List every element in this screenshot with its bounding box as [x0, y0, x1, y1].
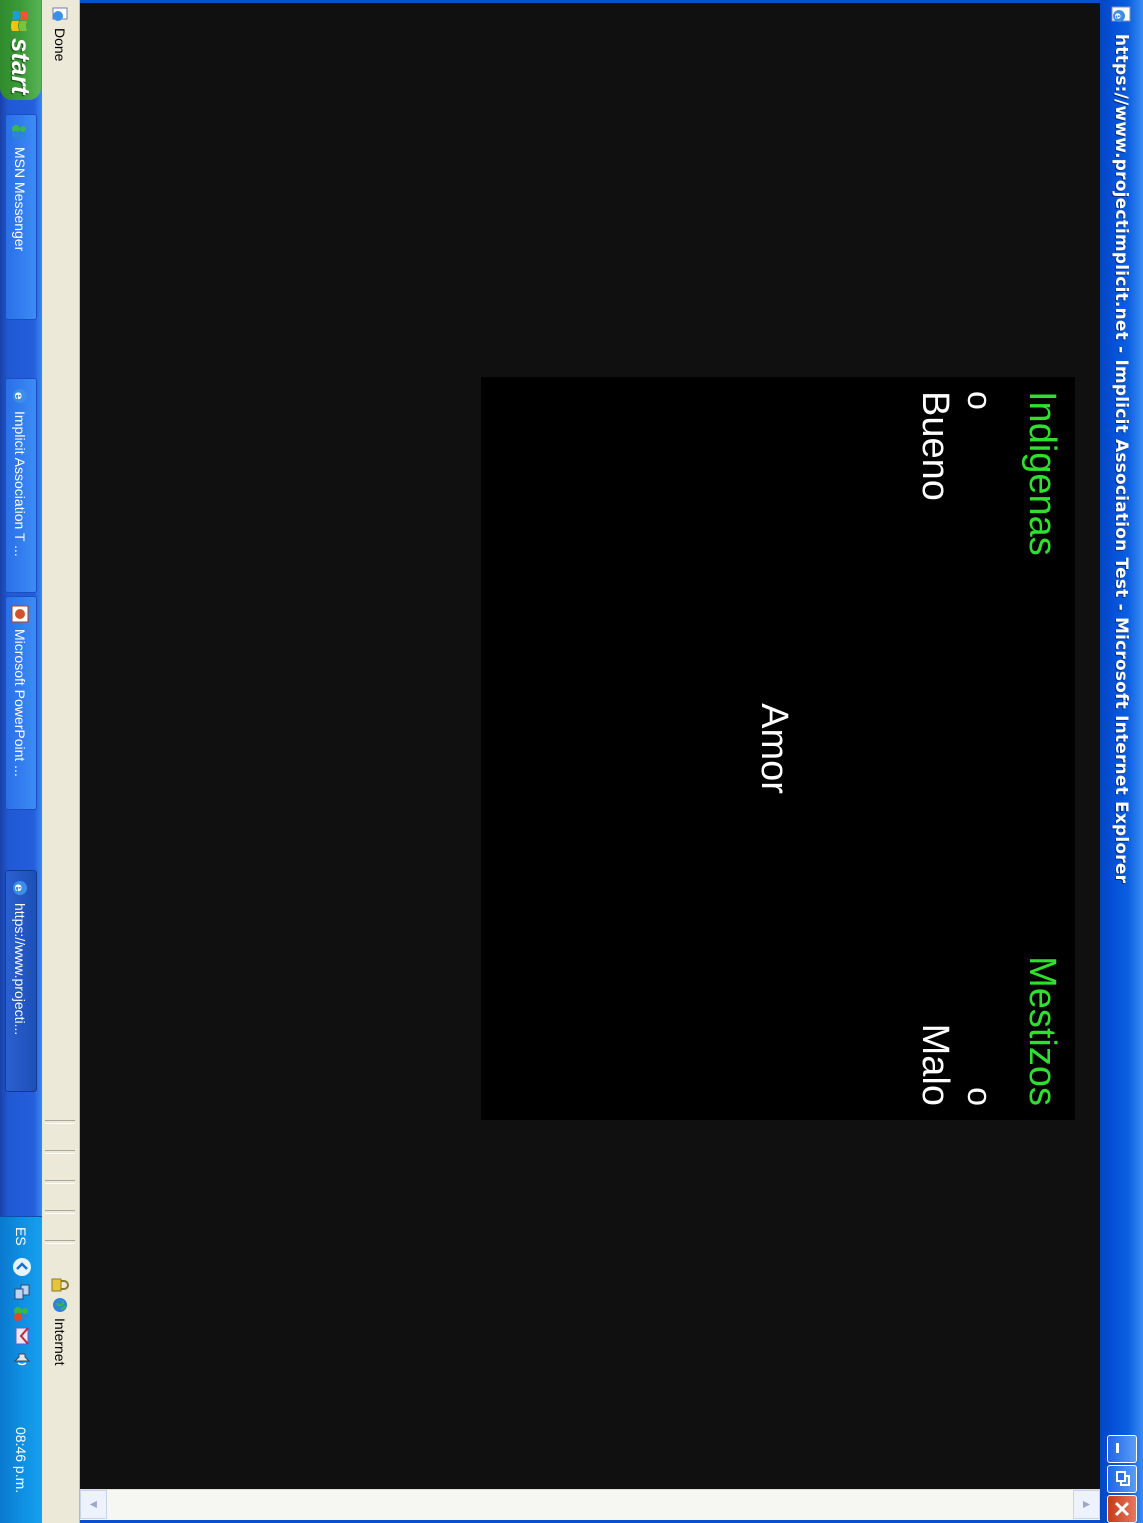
msn-tray-icon[interactable] [13, 1305, 31, 1323]
title-bar[interactable]: e https://www.projectimplicit.net - Impl… [1100, 0, 1143, 1523]
language-indicator[interactable]: ES [13, 1227, 29, 1246]
msn-icon [12, 125, 26, 139]
minimize-icon [1116, 1443, 1119, 1453]
clock[interactable]: 08:46 p.m. [13, 1427, 29, 1493]
start-label: start [6, 38, 36, 95]
scroll-down-arrow-icon[interactable]: ▼ [80, 1490, 107, 1519]
svg-text:e: e [1112, 13, 1123, 19]
scroll-up-arrow-icon[interactable]: ▲ [1073, 1490, 1100, 1519]
restore-icon [1116, 1471, 1130, 1486]
vertical-scrollbar[interactable]: ▲ ▼ [80, 1489, 1100, 1520]
status-text: Done [52, 28, 68, 62]
status-divider [45, 1120, 75, 1124]
taskbar-item-ie-active[interactable]: e https://www.projecti... [5, 870, 37, 1092]
left-category-label: Indigenas [1021, 391, 1063, 556]
minimize-button[interactable] [1107, 1435, 1137, 1463]
window-title: https://www.projectimplicit.net - Implic… [1111, 34, 1131, 884]
close-icon [1114, 1501, 1130, 1517]
task-label: Microsoft PowerPoint ... [12, 629, 28, 777]
page-done-icon [52, 7, 68, 21]
status-divider [45, 1150, 75, 1154]
close-button[interactable] [1107, 1495, 1137, 1523]
windows-flag-icon [11, 11, 28, 31]
right-category-label: Mestizos [1021, 956, 1063, 1106]
status-divider [45, 1210, 75, 1214]
svg-text:e: e [12, 392, 26, 400]
network-icon[interactable] [13, 1283, 31, 1301]
ie-page-icon: e [1111, 6, 1131, 22]
task-label: https://www.projecti... [12, 903, 28, 1036]
start-button[interactable]: start [0, 0, 41, 100]
stimulus-word: Amor [753, 703, 795, 794]
system-tray: ES 08:46 p.m. [0, 1216, 42, 1523]
status-divider [45, 1180, 75, 1184]
chevron-left-icon[interactable] [12, 1257, 32, 1277]
ie-icon: e [12, 881, 27, 895]
powerpoint-icon [11, 605, 29, 623]
speaker-icon[interactable] [13, 1351, 31, 1369]
svg-text:e: e [12, 884, 26, 892]
restore-button[interactable] [1107, 1465, 1137, 1493]
status-divider [45, 1240, 75, 1244]
left-attribute-label: Bueno [914, 391, 956, 501]
task-label: MSN Messenger [12, 147, 28, 252]
ie-icon: e [12, 389, 27, 403]
lock-icon[interactable] [51, 1278, 69, 1292]
task-label: Implicit Association T ... [12, 411, 28, 557]
mail-icon[interactable] [13, 1327, 31, 1345]
security-zone-text: Internet [52, 1318, 68, 1366]
rotated-screen: e https://www.projectimplicit.net - Impl… [0, 0, 1143, 1523]
globe-icon [53, 1298, 67, 1312]
taskbar-item-msn-messenger[interactable]: MSN Messenger [5, 114, 37, 320]
right-attribute-label: Malo [914, 1023, 956, 1106]
left-or-label: o [960, 391, 998, 410]
iat-panel: Indigenas o Bueno Mestizos o Malo Amor [481, 377, 1075, 1120]
taskbar-item-powerpoint[interactable]: Microsoft PowerPoint ... [5, 596, 37, 810]
taskbar: start MSN Messenger e Implicit Associati… [0, 0, 42, 1523]
status-bar: Done Internet [41, 0, 80, 1523]
taskbar-item-iat[interactable]: e Implicit Association T ... [5, 378, 37, 593]
right-or-label: o [960, 1087, 998, 1106]
